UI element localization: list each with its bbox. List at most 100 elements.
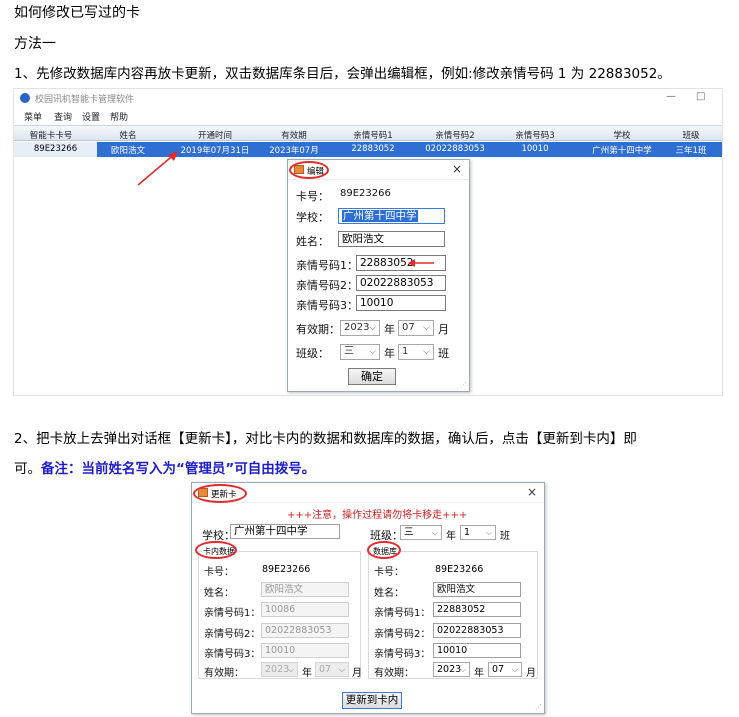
menu-query[interactable]: 查询 (54, 110, 72, 123)
column-header-phone3[interactable]: 亲情号码3 (500, 129, 570, 141)
step2-prefix: 可。 (14, 461, 41, 477)
column-header-card-no[interactable]: 智能卡卡号 (14, 129, 88, 141)
class-no-select[interactable]: 1 ⌵ (398, 344, 434, 360)
step2-text-line1: 2、把卡放上去弹出对话框【更新卡】，对比卡内的数据和数据库的数据，确认后，点击【… (14, 431, 637, 447)
db-p3-field[interactable]: 10010 (433, 643, 521, 658)
db-year-select[interactable]: 2023 ⌵ (433, 662, 470, 677)
column-header-valid[interactable]: 有效期 (259, 129, 329, 141)
doc-title: 如何修改已写过的卡 (14, 5, 140, 21)
phone3-label: 亲情号码3： (296, 299, 358, 312)
cell-phone1: 22883052 (351, 144, 395, 154)
valid-month-value: 07 (402, 322, 415, 333)
card-p1-label: 亲情号码1： (204, 608, 261, 619)
card-month-select: 07 ⌵ (315, 662, 349, 677)
step1-text: 1、先修改数据库内容再放卡更新，双击数据库条目后，会弹出编辑框，例如:修改亲情号… (14, 66, 671, 82)
app-title: 校园讯机智能卡管理软件 (35, 95, 135, 105)
class-grade-select[interactable]: 三 ⌵ (400, 525, 442, 540)
edit-dialog: 编辑 × 卡号： 89E23266 学校： 广州第十四中学 姓名： 欧阳浩文 亲… (287, 159, 470, 392)
column-header-school[interactable]: 学校 (587, 129, 657, 141)
column-header-phone2[interactable]: 亲情号码2 (420, 129, 490, 141)
phone3-field[interactable]: 10010 (356, 295, 446, 311)
step2-text-line2: 可。备注：当前姓名写入为“管理员”可自由拨号。 (14, 457, 315, 477)
chevron-down-icon: ⌵ (511, 665, 518, 674)
menu-bar: 菜单 查询 设置 帮助 (14, 107, 722, 124)
db-p3-label: 亲情号码3： (374, 649, 431, 660)
maximize-button[interactable]: □ (696, 91, 705, 102)
column-header-name[interactable]: 姓名 (98, 129, 158, 141)
school-label: 学校： (296, 211, 329, 224)
class-grade-select[interactable]: 三 ⌵ (340, 344, 380, 360)
phone2-field[interactable]: 02022883053 (356, 275, 446, 291)
valid-month-select[interactable]: 07 ⌵ (398, 320, 434, 336)
app-titlebar: 校园讯机智能卡管理软件 — □ (14, 89, 722, 107)
confirm-button[interactable]: 确定 (348, 368, 396, 385)
phone2-label: 亲情号码2： (296, 279, 358, 292)
db-card-value: 89E23266 (435, 564, 484, 575)
cell-card-no: 89E23266 (14, 142, 97, 157)
db-valid-label: 有效期： (374, 668, 414, 679)
db-p1-label: 亲情号码1： (374, 608, 431, 619)
year-unit: 年 (384, 323, 395, 336)
close-icon[interactable]: × (452, 162, 462, 176)
column-header-class[interactable]: 班级 (666, 129, 716, 141)
resize-grip-icon[interactable]: ⋰ (460, 381, 467, 389)
card-month-unit: 月 (352, 668, 362, 679)
cell-open-time: 2019年07月31日 (180, 146, 250, 156)
menu-settings[interactable]: 设置 (82, 110, 100, 123)
card-card-value: 89E23266 (262, 564, 311, 575)
school-value: 广州第十四中学 (342, 210, 418, 222)
phone1-label: 亲情号码1： (296, 259, 358, 272)
school-field[interactable]: 广州第十四中学 (338, 208, 445, 224)
name-field[interactable]: 欧阳浩文 (338, 231, 445, 247)
warning-text: +++注意，操作过程请勿将卡移走+++ (287, 510, 468, 521)
chevron-down-icon: ⌵ (423, 323, 430, 333)
card-value: 89E23266 (340, 188, 391, 199)
chevron-down-icon: ⌵ (369, 323, 376, 333)
close-icon[interactable]: × (527, 485, 537, 499)
annotation-arrow-icon (137, 151, 178, 186)
class-year-unit: 年 (384, 347, 395, 360)
update-card-dialog: 更新卡 × +++注意，操作过程请勿将卡移走+++ 学校： 广州第十四中学 班级… (191, 482, 545, 714)
method-heading: 方法一 (14, 36, 56, 52)
menu-help[interactable]: 帮助 (110, 110, 128, 123)
card-year-value: 2023 (265, 664, 290, 675)
db-p1-field[interactable]: 22883052 (433, 602, 521, 617)
column-header-phone1[interactable]: 亲情号码1 (338, 129, 408, 141)
class-no-select[interactable]: 1 ⌵ (460, 525, 496, 540)
card-p2-label: 亲情号码2： (204, 629, 261, 640)
school-field[interactable]: 广州第十四中学 (230, 524, 340, 539)
app-logo-icon (20, 93, 30, 103)
annotation-arrow-left-icon (408, 259, 434, 267)
class-grade-value: 三 (344, 346, 354, 357)
chevron-down-icon: ⌵ (423, 347, 430, 357)
db-p2-field[interactable]: 02022883053 (433, 623, 521, 638)
chevron-down-icon: ⌵ (459, 665, 466, 674)
month-unit: 月 (438, 323, 449, 336)
chevron-down-icon: ⌵ (369, 347, 376, 357)
card-month-value: 07 (319, 664, 332, 675)
table-row[interactable]: 89E23266 欧阳浩文 2019年07月31日 2023年07月 22883… (14, 142, 722, 157)
card-p3-label: 亲情号码3： (204, 649, 261, 660)
db-name-field[interactable]: 欧阳浩文 (433, 582, 521, 597)
menu-main[interactable]: 菜单 (24, 110, 42, 123)
card-p2-field: 02022883053 (261, 623, 349, 638)
card-year-unit: 年 (302, 668, 312, 679)
db-p2-label: 亲情号码2： (374, 629, 431, 640)
cell-class: 三年1班 (675, 146, 707, 156)
class-unit: 班 (438, 347, 449, 360)
valid-year-select[interactable]: 2023 ⌵ (340, 320, 380, 336)
step2-note: 备注：当前姓名写入为“管理员”可自由拨号。 (41, 461, 316, 477)
column-header-open-time[interactable]: 开通时间 (177, 129, 253, 141)
db-year-value: 2023 (437, 664, 462, 675)
class-unit: 班 (500, 531, 510, 542)
valid-label: 有效期： (296, 323, 340, 336)
minimize-button[interactable]: — (666, 91, 676, 102)
update-to-card-button[interactable]: 更新到卡内 (342, 692, 402, 709)
card-p3-field: 10010 (261, 643, 349, 658)
card-valid-label: 有效期： (204, 668, 244, 679)
cell-school: 广州第十四中学 (592, 146, 652, 156)
db-month-select[interactable]: 07 ⌵ (488, 662, 522, 677)
chevron-down-icon: ⌵ (338, 665, 345, 674)
app-window-screenshot: 校园讯机智能卡管理软件 — □ 菜单 查询 设置 帮助 智能卡卡号 姓名 开通时… (13, 88, 723, 396)
resize-grip-icon[interactable]: ⋰ (535, 703, 542, 711)
